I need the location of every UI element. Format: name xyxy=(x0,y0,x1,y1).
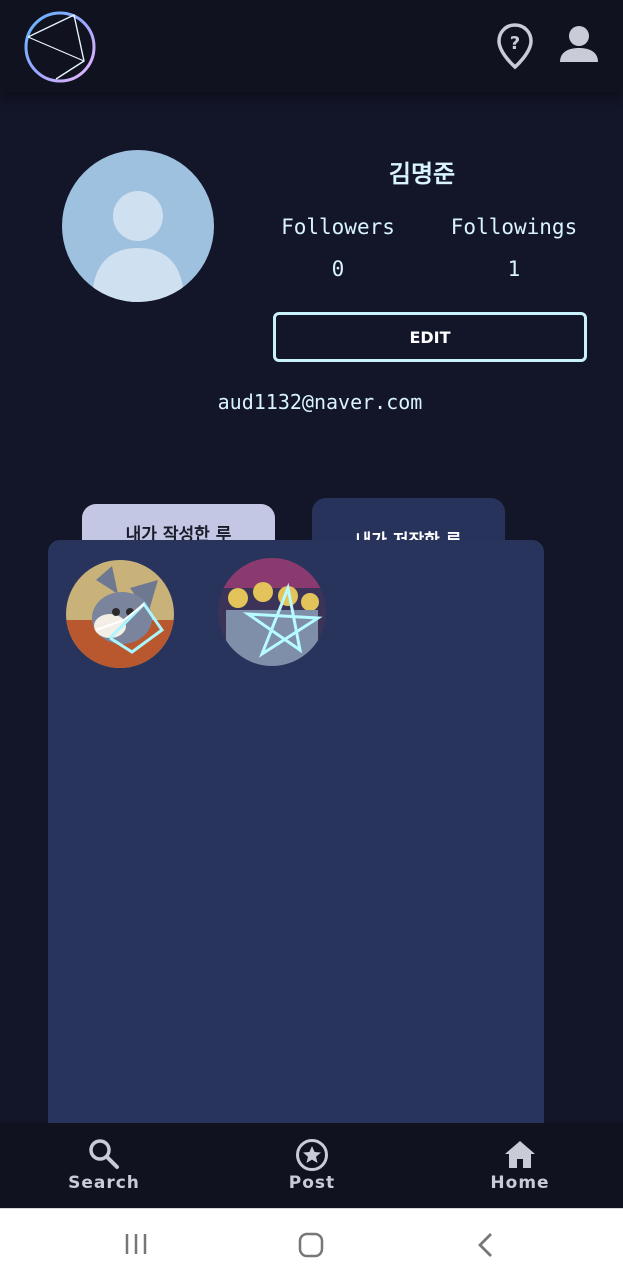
profile-email: aud1132@naver.com xyxy=(217,390,423,414)
back-icon[interactable] xyxy=(472,1231,498,1259)
constellation-logo-icon[interactable] xyxy=(22,9,98,85)
crowd-star-constellation-thumbnail[interactable] xyxy=(218,558,326,666)
bottom-navigation: Search Post Home xyxy=(0,1123,623,1208)
edit-profile-button[interactable]: EDIT xyxy=(273,312,587,362)
followings-count[interactable]: 1 xyxy=(439,257,589,281)
followers-count[interactable]: 0 xyxy=(263,257,413,281)
home-button-icon[interactable] xyxy=(297,1231,325,1259)
avatar xyxy=(62,150,214,302)
routes-panel xyxy=(48,540,544,1123)
location-help-icon[interactable]: ? xyxy=(496,22,534,70)
star-circle-icon xyxy=(296,1139,328,1171)
nav-home[interactable]: Home xyxy=(450,1123,590,1208)
recent-apps-icon[interactable] xyxy=(123,1231,149,1257)
nav-post[interactable]: Post xyxy=(242,1123,382,1208)
nav-search-label: Search xyxy=(68,1173,140,1193)
svg-text:?: ? xyxy=(510,33,520,54)
search-icon xyxy=(89,1139,119,1169)
followers-label[interactable]: Followers xyxy=(263,215,413,239)
nav-search[interactable]: Search xyxy=(34,1123,174,1208)
cartoon-cat-constellation-thumbnail[interactable] xyxy=(66,560,174,668)
top-app-bar: ? xyxy=(0,0,623,92)
nav-post-label: Post xyxy=(288,1173,336,1193)
person-icon[interactable] xyxy=(558,24,600,64)
profile-name: 김명준 xyxy=(388,160,456,188)
system-navigation-bar xyxy=(0,1208,623,1281)
followings-label[interactable]: Followings xyxy=(439,215,589,239)
home-icon xyxy=(505,1141,535,1168)
nav-home-label: Home xyxy=(490,1173,550,1193)
